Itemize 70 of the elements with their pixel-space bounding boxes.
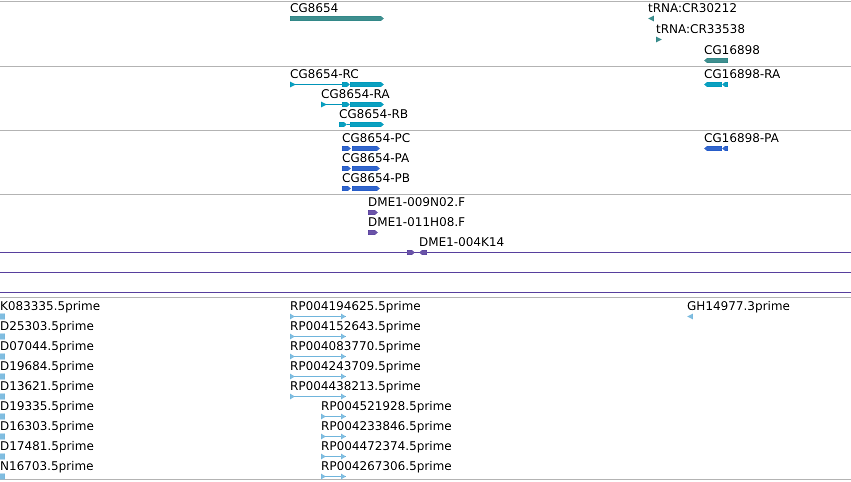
feature-label: DME1-009N02.F <box>368 195 466 209</box>
gene-bar[interactable] <box>290 15 384 22</box>
feature-label: D19684.5prime <box>0 359 94 373</box>
feature-label: RP004243709.5prime <box>290 359 421 373</box>
feature-label: D19335.5prime <box>0 399 94 413</box>
feature-label: CG8654-PA <box>342 151 410 165</box>
feature-label: CG16898-PA <box>704 131 779 145</box>
transcript-drawing[interactable] <box>704 81 728 88</box>
feature-label: N16703.5prime <box>0 459 94 473</box>
feature-label: RP004521928.5prime <box>321 399 452 413</box>
protein-drawing[interactable] <box>342 185 380 192</box>
feature-label: DME1-011H08.F <box>368 215 466 229</box>
clone-read-marker[interactable] <box>368 209 378 216</box>
feature-label: D07044.5prime <box>0 339 94 353</box>
clone-read-marker[interactable] <box>368 229 378 236</box>
feature-label: RP004233846.5prime <box>321 419 452 433</box>
transcript-drawing[interactable] <box>339 121 384 128</box>
est-drawing[interactable] <box>290 333 346 340</box>
transcript-drawing[interactable] <box>321 101 384 108</box>
est-drawing[interactable] <box>0 413 5 420</box>
est-drawing[interactable] <box>0 353 5 360</box>
feature-label: CG8654-RC <box>290 67 359 81</box>
est-drawing[interactable] <box>290 393 346 400</box>
protein-drawing[interactable] <box>342 165 380 172</box>
est-drawing[interactable] <box>321 473 346 480</box>
feature-label: CG8654-PB <box>342 171 410 185</box>
clone-pair-drawing[interactable] <box>0 249 851 256</box>
est-drawing[interactable] <box>0 333 5 340</box>
est-drawing[interactable] <box>0 393 5 400</box>
feature-label: RP004194625.5prime <box>290 299 421 313</box>
protein-drawing[interactable] <box>342 145 380 152</box>
feature-label: CG8654-RB <box>339 107 408 121</box>
feature-label: CG8654-PC <box>342 131 410 145</box>
feature-label: D25303.5prime <box>0 319 94 333</box>
est-drawing[interactable] <box>0 373 5 380</box>
feature-label: CG8654 <box>290 1 338 15</box>
feature-label: RP004472374.5prime <box>321 439 452 453</box>
gene-bar[interactable] <box>704 57 728 64</box>
feature-label: tRNA:CR30212 <box>648 1 737 15</box>
est-drawing[interactable] <box>0 473 5 480</box>
est-drawing[interactable] <box>290 353 346 360</box>
est-drawing[interactable] <box>321 433 346 440</box>
trna-marker[interactable] <box>656 36 662 43</box>
feature-label: CG8654-RA <box>321 87 390 101</box>
feature-label: K083335.5prime <box>0 299 100 313</box>
feature-label: tRNA:CR33538 <box>656 22 745 36</box>
est-drawing[interactable] <box>0 453 5 460</box>
est-drawing[interactable] <box>321 453 346 460</box>
feature-label: RP004267306.5prime <box>321 459 452 473</box>
feature-label: DME1-004K14 <box>419 235 504 249</box>
feature-label: D16303.5prime <box>0 419 94 433</box>
feature-label: D17481.5prime <box>0 439 94 453</box>
est-drawing[interactable] <box>321 413 346 420</box>
feature-label: CG16898-RA <box>704 67 780 81</box>
feature-label: RP004083770.5prime <box>290 339 421 353</box>
feature-label: RP004152643.5prime <box>290 319 421 333</box>
est-drawing[interactable] <box>290 373 346 380</box>
protein-drawing[interactable] <box>704 145 728 152</box>
feature-label: RP004438213.5prime <box>290 379 421 393</box>
est-drawing[interactable] <box>0 313 5 320</box>
clone-pair-drawing[interactable] <box>0 269 851 276</box>
transcript-drawing[interactable] <box>290 81 384 88</box>
clone-pair-drawing[interactable] <box>0 289 851 296</box>
est-drawing[interactable] <box>290 313 346 320</box>
feature-label: CG16898 <box>704 43 760 57</box>
feature-label: D13621.5prime <box>0 379 94 393</box>
trna-marker[interactable] <box>648 15 654 22</box>
feature-label: GH14977.3prime <box>687 299 790 313</box>
est-drawing[interactable] <box>0 433 5 440</box>
est-drawing[interactable] <box>687 313 693 320</box>
